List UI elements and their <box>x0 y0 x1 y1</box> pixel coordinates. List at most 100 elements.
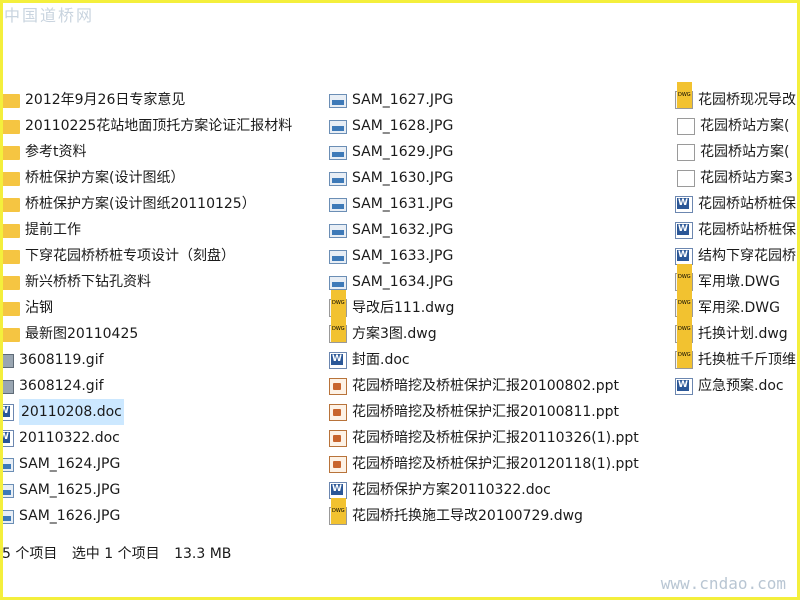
file-item[interactable]: SAM_1633.JPG <box>329 243 639 269</box>
file-item[interactable]: 军用梁.DWG <box>675 290 796 321</box>
file-item[interactable]: 方案3图.dwg <box>329 316 639 347</box>
file-item[interactable]: SAM_1625.JPG <box>0 477 292 503</box>
word-doc-icon <box>675 195 693 213</box>
file-item[interactable]: 花园桥站桥桩保 <box>675 191 796 217</box>
dwg-file-icon <box>329 498 347 525</box>
generic-file-icon <box>677 143 695 161</box>
file-item[interactable]: 花园桥暗挖及桥桩保护汇报20100802.ppt <box>329 373 639 399</box>
file-name: 托换桩千斤顶维 <box>698 352 796 368</box>
file-column-2: SAM_1627.JPG SAM_1628.JPG SAM_1629.JPG SAM_… <box>329 87 639 529</box>
file-item[interactable]: 桥桩保护方案(设计图纸） <box>0 165 292 191</box>
file-item[interactable]: 花园桥暗挖及桥桩保护汇报20120118(1).ppt <box>329 451 639 477</box>
file-name: 20110208.doc <box>19 399 124 425</box>
file-item[interactable]: 导改后111.dwg <box>329 290 639 321</box>
file-item[interactable]: 结构下穿花园桥 <box>675 243 796 269</box>
file-column-1: 2012年9月26日专家意见 20110225花站地面顶托方案论证汇报材料 参考t资… <box>0 87 292 529</box>
file-item[interactable]: SAM_1629.JPG <box>329 139 639 165</box>
ppt-file-icon <box>329 377 347 395</box>
file-item[interactable]: 参考t资料 <box>0 139 292 165</box>
file-name: 桥桩保护方案(设计图纸） <box>25 170 185 186</box>
file-item[interactable]: 2012年9月26日专家意见 <box>0 87 292 113</box>
file-item[interactable]: SAM_1628.JPG <box>329 113 639 139</box>
gif-image-icon <box>0 380 14 394</box>
watermark-bottom: www.cndao.com <box>660 574 786 593</box>
gif-image-icon <box>0 354 14 368</box>
folder-icon <box>2 328 20 342</box>
word-doc-icon <box>0 429 14 447</box>
file-item[interactable]: 托换桩千斤顶维 <box>675 342 796 373</box>
file-name: 花园桥站桥桩保 <box>698 222 796 238</box>
folder-icon <box>2 302 20 316</box>
file-item[interactable]: 花园桥站方案( <box>675 113 796 139</box>
file-item[interactable]: SAM_1630.JPG <box>329 165 639 191</box>
file-item[interactable]: SAM_1632.JPG <box>329 217 639 243</box>
file-name: 20110225花站地面顶托方案论证汇报材料 <box>25 118 293 134</box>
file-item[interactable]: SAM_1624.JPG <box>0 451 292 477</box>
word-doc-icon <box>675 247 693 265</box>
file-item[interactable]: 最新图20110425 <box>0 321 292 347</box>
file-item[interactable]: 提前工作 <box>0 217 292 243</box>
file-name: 花园桥站桥桩保 <box>698 196 796 212</box>
file-name: SAM_1626.JPG <box>19 508 121 524</box>
file-item[interactable]: 花园桥站方案3 <box>675 165 796 191</box>
file-item[interactable]: SAM_1634.JPG <box>329 269 639 295</box>
folder-icon <box>2 172 20 186</box>
file-item[interactable]: 20110208.doc <box>0 399 292 425</box>
word-doc-icon <box>675 377 693 395</box>
file-name: 3608124.gif <box>19 378 104 394</box>
file-item[interactable]: 应急预案.doc <box>675 373 796 399</box>
file-name: SAM_1625.JPG <box>19 482 121 498</box>
dwg-file-icon <box>329 316 347 343</box>
folder-icon <box>2 120 20 134</box>
file-item[interactable]: 3608119.gif <box>0 347 292 373</box>
file-item[interactable]: 花园桥保护方案20110322.doc <box>329 477 639 503</box>
generic-file-icon <box>677 117 695 135</box>
watermark-top: 中国道桥网 <box>4 6 95 25</box>
jpg-image-icon <box>329 146 347 160</box>
jpg-image-icon <box>0 458 14 472</box>
file-name: 花园桥暗挖及桥桩保护汇报20100811.ppt <box>352 404 619 420</box>
file-item[interactable]: 花园桥暗挖及桥桩保护汇报20110326(1).ppt <box>329 425 639 451</box>
file-item[interactable]: 桥桩保护方案(设计图纸20110125） <box>0 191 292 217</box>
file-column-3: 花园桥现况导改花园桥站方案(花园桥站方案(花园桥站方案3 花园桥站桥桩保花园桥站桥… <box>675 82 796 399</box>
dwg-file-icon <box>675 290 693 317</box>
file-name: SAM_1632.JPG <box>352 222 454 238</box>
file-item[interactable]: SAM_1627.JPG <box>329 87 639 113</box>
file-name: 结构下穿花园桥 <box>698 248 796 264</box>
folder-icon <box>2 224 20 238</box>
status-bar: 5 个项目 选中 1 个项目 13.3 MB <box>2 543 241 563</box>
file-item[interactable]: SAM_1631.JPG <box>329 191 639 217</box>
generic-file-icon <box>677 169 695 187</box>
file-item[interactable]: 花园桥托换施工导改20100729.dwg <box>329 498 639 529</box>
jpg-image-icon <box>329 250 347 264</box>
file-item[interactable]: 花园桥现况导改 <box>675 82 796 113</box>
file-item[interactable]: 封面.doc <box>329 347 639 373</box>
file-item[interactable]: 军用墩.DWG <box>675 264 796 295</box>
file-name: 3608119.gif <box>19 352 104 368</box>
dwg-file-icon <box>675 264 693 291</box>
file-item[interactable]: SAM_1626.JPG <box>0 503 292 529</box>
file-item[interactable]: 沾钢 <box>0 295 292 321</box>
file-name: 花园桥托换施工导改20100729.dwg <box>352 508 583 524</box>
word-doc-icon <box>329 351 347 369</box>
file-name: 托换计划.dwg <box>698 326 788 342</box>
file-item[interactable]: 花园桥站桥桩保 <box>675 217 796 243</box>
file-item[interactable]: 20110225花站地面顶托方案论证汇报材料 <box>0 113 292 139</box>
file-name: 花园桥暗挖及桥桩保护汇报20100802.ppt <box>352 378 619 394</box>
file-item[interactable]: 花园桥站方案( <box>675 139 796 165</box>
file-item[interactable]: 3608124.gif <box>0 373 292 399</box>
file-name: SAM_1633.JPG <box>352 248 454 264</box>
file-name: 2012年9月26日专家意见 <box>25 92 186 108</box>
file-item[interactable]: 托换计划.dwg <box>675 316 796 347</box>
file-name: 封面.doc <box>352 352 410 368</box>
file-name: 花园桥站方案3 <box>700 170 793 186</box>
jpg-image-icon <box>329 276 347 290</box>
selection-size: 13.3 MB <box>174 546 232 562</box>
file-item[interactable]: 20110322.doc <box>0 425 292 451</box>
file-name: 导改后111.dwg <box>352 300 455 316</box>
file-name: 花园桥暗挖及桥桩保护汇报20120118(1).ppt <box>352 456 639 472</box>
file-item[interactable]: 下穿花园桥桥桩专项设计（刻盘） <box>0 243 292 269</box>
file-item[interactable]: 花园桥暗挖及桥桩保护汇报20100811.ppt <box>329 399 639 425</box>
file-item[interactable]: 新兴桥桥下钻孔资料 <box>0 269 292 295</box>
file-name: 参考t资料 <box>25 144 87 160</box>
